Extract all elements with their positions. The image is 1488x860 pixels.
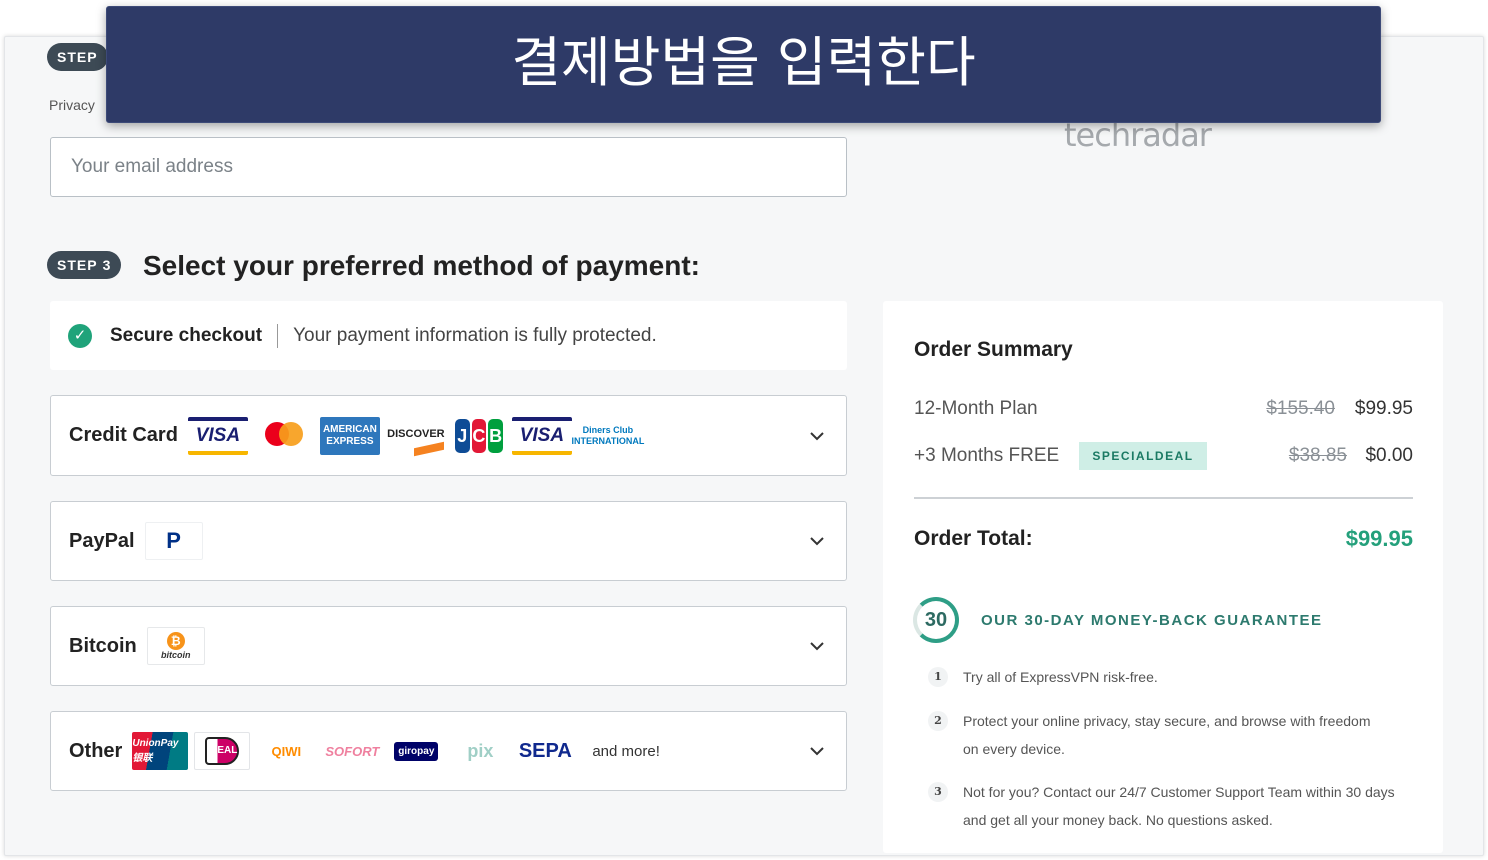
bonus-original-price: $38.85 <box>1288 445 1347 466</box>
promo-badge: SPECIALDEAL <box>1079 442 1207 470</box>
giropay-logo: giropay <box>388 732 445 770</box>
paypal-logo: P <box>144 522 203 560</box>
step-2-pill: STEP <box>47 43 108 71</box>
guarantee-point-text: Not for you? Contact our 24/7 Customer S… <box>963 784 1395 828</box>
order-summary-panel: Order Summary 12-Month Plan $155.40 $99.… <box>883 301 1443 853</box>
unionpay-logo: UnionPay 银联 <box>132 732 189 770</box>
guarantee-point-text: Try all of ExpressVPN risk-free. <box>963 669 1158 685</box>
payment-option-other[interactable]: Other UnionPay 银联 iDEAL QIWI SOFORT giro… <box>50 711 847 791</box>
privacy-note: Privacy <box>49 97 95 113</box>
bonus-line-label: +3 Months FREE <box>914 445 1060 466</box>
payment-option-label: Credit Card <box>69 424 178 446</box>
and-more-label: and more! <box>592 742 660 760</box>
order-summary-title: Order Summary <box>914 338 1073 361</box>
chevron-down-icon[interactable] <box>810 744 824 758</box>
payment-option-bitcoin[interactable]: Bitcoin ₿ bitcoin <box>50 606 847 686</box>
secure-checkout-label: Secure checkout <box>110 324 263 346</box>
guarantee-point-number: 3 <box>928 782 948 802</box>
guarantee-badge-icon: 30 <box>913 597 959 643</box>
payment-option-credit-card[interactable]: Credit Card VISA AMERICAN EXPRESS DISCOV… <box>50 395 847 476</box>
amex-logo: AMERICAN EXPRESS <box>319 416 380 455</box>
caption-banner: 결제방법을 입력한다 <box>106 6 1381 123</box>
visa-logo: VISA <box>187 416 248 455</box>
mastercard-logo <box>253 416 314 455</box>
sofort-logo: SOFORT <box>322 732 383 770</box>
pix-logo: pix <box>450 732 511 770</box>
divider <box>277 323 279 348</box>
chevron-down-icon[interactable] <box>810 429 824 443</box>
step-3-pill: STEP 3 <box>47 251 122 279</box>
order-total-value: $99.95 <box>1345 526 1413 551</box>
check-icon: ✓ <box>68 323 92 348</box>
payment-option-label: Bitcoin <box>69 634 137 657</box>
discover-logo: DISCOVER <box>385 416 446 455</box>
bonus-price: $0.00 <box>1365 445 1413 466</box>
jcb-logo: JCB <box>452 417 506 455</box>
payment-option-paypal[interactable]: PayPal P <box>50 501 847 581</box>
secure-checkout-notice: ✓ Secure checkout Your payment informati… <box>50 301 847 370</box>
bitcoin-logo: ₿ bitcoin <box>146 627 205 665</box>
guarantee-point-number: 1 <box>928 667 948 687</box>
plan-price: $99.95 <box>1354 398 1413 419</box>
payment-section-title: Select your preferred method of payment: <box>143 250 701 281</box>
qiwi-logo: QIWI <box>256 732 317 770</box>
payment-option-label: PayPal <box>69 529 135 552</box>
chevron-down-icon[interactable] <box>810 534 824 548</box>
sepa-logo: SEPA <box>516 732 575 770</box>
divider <box>914 497 1413 499</box>
diners-club-logo: Diners Club INTERNATIONAL <box>572 416 644 455</box>
guarantee-point-number: 2 <box>928 711 948 731</box>
order-total-label: Order Total: <box>914 527 1033 550</box>
plan-original-price: $155.40 <box>1266 398 1335 419</box>
payment-option-label: Other <box>69 739 123 762</box>
email-field[interactable] <box>50 137 847 197</box>
secure-checkout-text: Your payment information is fully protec… <box>293 324 657 346</box>
chevron-down-icon[interactable] <box>810 639 824 653</box>
visa-electron-logo: VISA <box>511 416 572 455</box>
guarantee-point-text: Protect your online privacy, stay secure… <box>963 713 1371 757</box>
plan-line-label: 12-Month Plan <box>914 398 1038 419</box>
guarantee-title: OUR 30-DAY MONEY-BACK GUARANTEE <box>981 612 1323 629</box>
ideal-logo: iDEAL <box>194 732 251 770</box>
